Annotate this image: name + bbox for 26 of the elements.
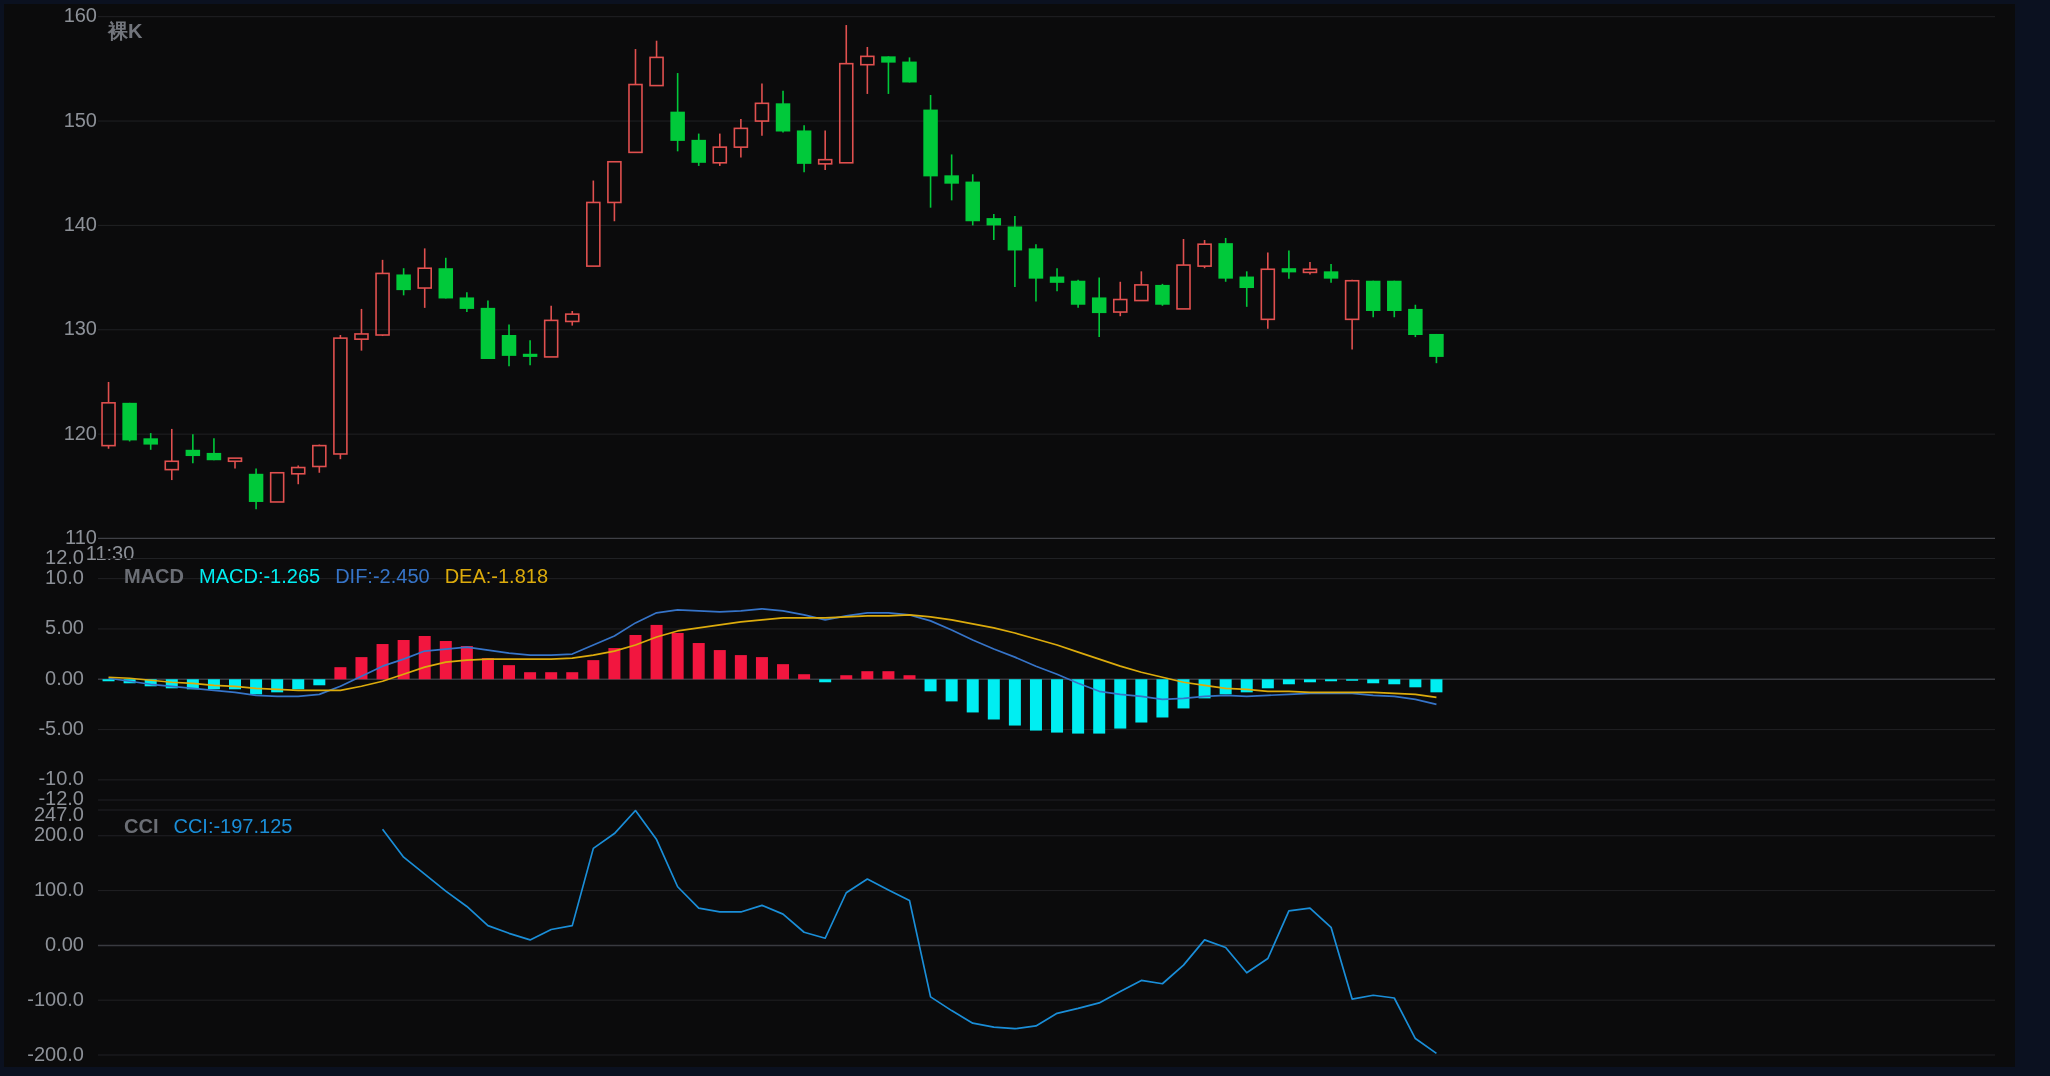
axis-label: 5.00: [45, 619, 84, 636]
price-axis-label: 160: [63, 7, 97, 24]
price-axis-label: 120: [63, 424, 97, 441]
legend-label: MACD:-1.265: [199, 565, 321, 587]
axis-label: 247.0: [33, 806, 84, 822]
price-axis-label: 140: [63, 215, 97, 232]
axis-label: 10.0: [45, 569, 84, 586]
axis-label: 200.0: [33, 826, 84, 843]
legend-label: DEA:-1.818: [444, 565, 549, 587]
axis-label: 0.00: [45, 669, 84, 686]
chart-title: 裸K: [108, 20, 143, 42]
axis-label: -10.0: [38, 770, 84, 787]
axis-label: 100.0: [33, 881, 84, 898]
price-axis-label: 110: [65, 529, 97, 545]
axis-label: -5.00: [38, 720, 84, 737]
indicator-name: MACD: [124, 565, 184, 587]
price-axis-label: 130: [63, 320, 97, 337]
axis-label: -200.0: [27, 1045, 84, 1062]
axis-label: 0.00: [45, 935, 84, 952]
legend-label: CCI:-197.125: [173, 815, 293, 837]
axis-label: -12.0: [38, 790, 84, 806]
price-axis-label: 150: [63, 111, 97, 128]
axis-label: 12.0: [45, 549, 84, 565]
legend-label: DIF:-2.450: [335, 565, 430, 587]
indicator-name: CCI: [124, 815, 159, 837]
axis-label: -100.0: [27, 990, 84, 1007]
